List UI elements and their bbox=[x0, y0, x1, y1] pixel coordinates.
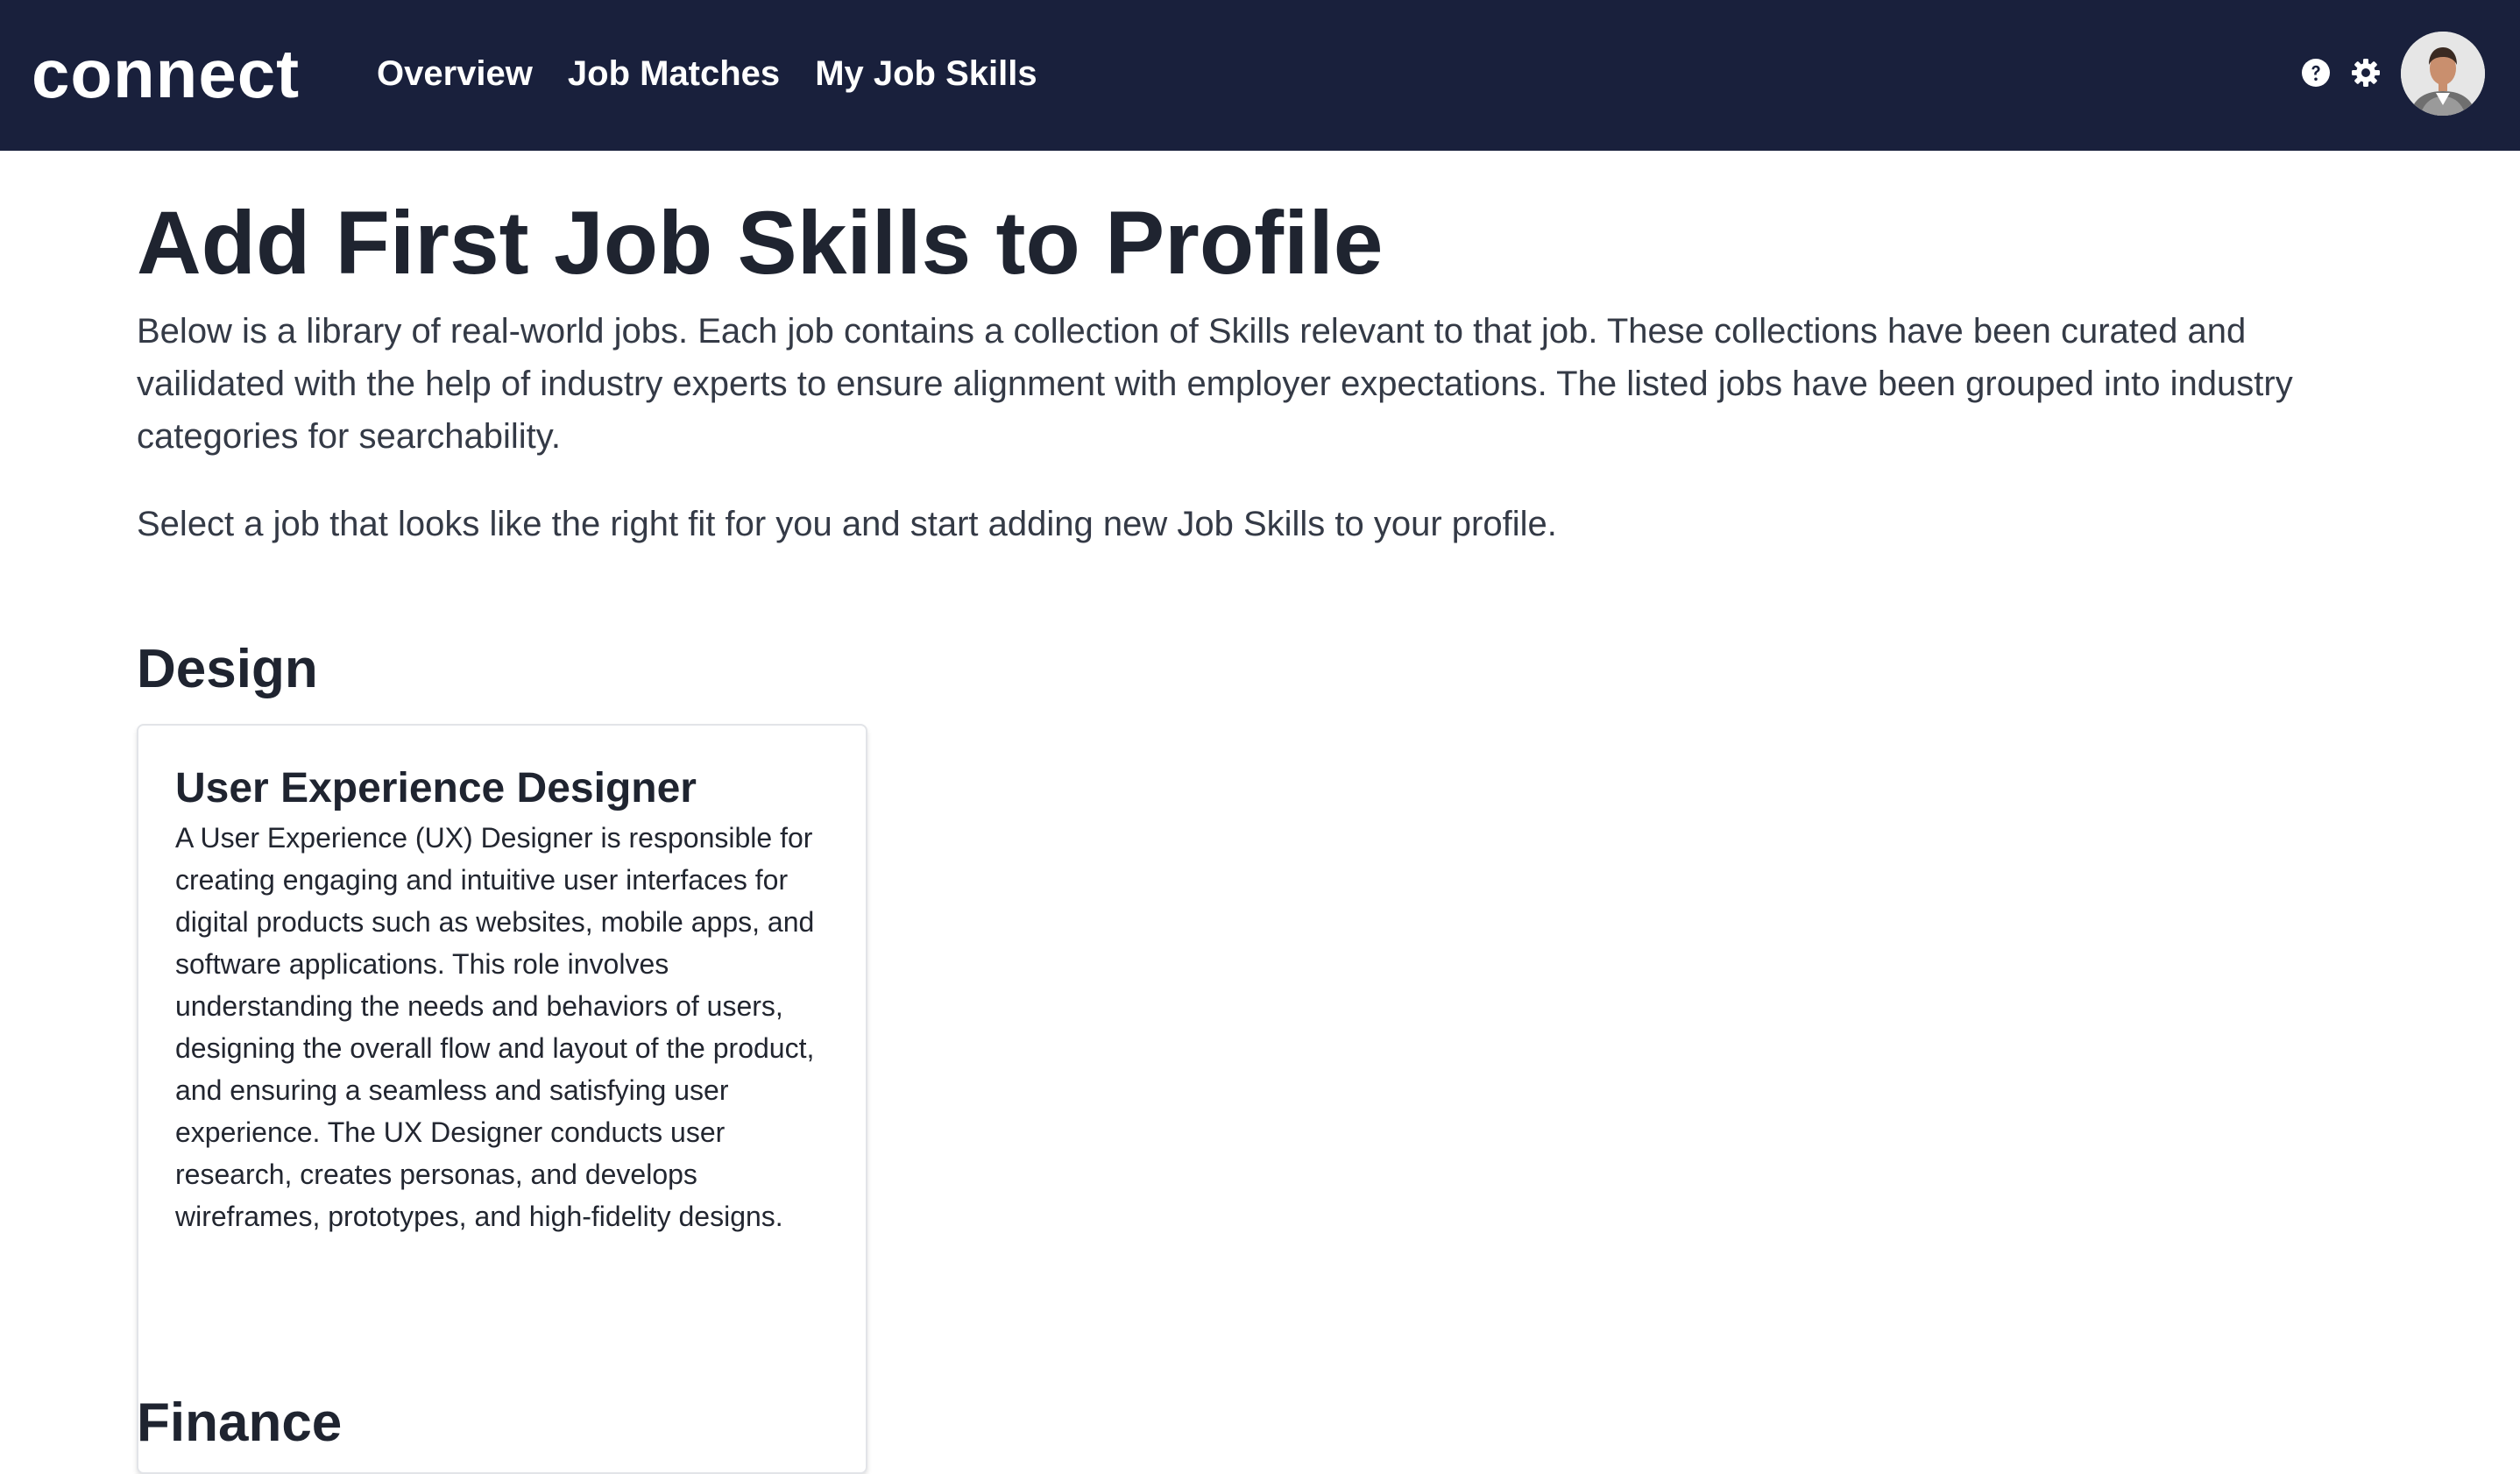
main-nav: Overview Job Matches My Job Skills bbox=[377, 49, 1037, 98]
help-icon[interactable] bbox=[2301, 58, 2331, 88]
top-nav-bar: connect Overview Job Matches My Job Skil… bbox=[0, 0, 2520, 151]
user-avatar[interactable] bbox=[2401, 32, 2485, 116]
page-title: Add First Job Skills to Profile bbox=[137, 193, 1384, 293]
gear-icon[interactable] bbox=[2351, 58, 2381, 88]
job-card-user-experience-designer[interactable]: User Experience Designer A User Experien… bbox=[137, 724, 867, 1474]
nav-job-matches[interactable]: Job Matches bbox=[568, 49, 780, 98]
app-logo[interactable]: connect bbox=[32, 30, 300, 117]
nav-my-job-skills[interactable]: My Job Skills bbox=[815, 49, 1037, 98]
job-card-description: A User Experience (UX) Designer is respo… bbox=[175, 822, 815, 1232]
section-title-finance: Finance bbox=[137, 1393, 343, 1453]
nav-overview[interactable]: Overview bbox=[377, 49, 533, 98]
section-title-design: Design bbox=[137, 639, 318, 699]
intro-paragraph: Below is a library of real-world jobs. E… bbox=[137, 312, 2293, 456]
job-card-title: User Experience Designer bbox=[175, 765, 697, 811]
instruction-paragraph: Select a job that looks like the right f… bbox=[137, 505, 1557, 543]
